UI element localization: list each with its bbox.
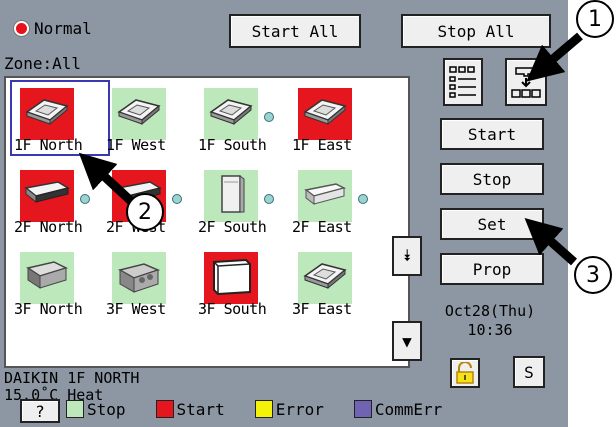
unit-tile[interactable]: 1F East xyxy=(288,80,388,156)
unit-grid: 1F North 1F West 1F South 1F East 2F North 2F… xyxy=(4,76,410,368)
lock-button[interactable] xyxy=(450,358,480,388)
unit-tile[interactable]: 1F South xyxy=(194,80,294,156)
date-text: Oct28(Thu) xyxy=(444,302,536,320)
unit-status-square xyxy=(20,252,74,304)
s-button[interactable]: S xyxy=(513,356,545,388)
time-text: 10:36 xyxy=(467,321,513,339)
control-panel: Normal Start All Stop All Zone:All 1F No… xyxy=(0,0,568,427)
unit-status-square xyxy=(298,170,352,222)
legend-swatch xyxy=(353,400,372,418)
set-button[interactable]: Set xyxy=(440,208,544,240)
ceiling-suspended-icon xyxy=(24,174,70,218)
unit-status-square xyxy=(298,88,352,140)
unit-label: 2F South xyxy=(198,218,267,236)
ventilator-icon xyxy=(116,256,162,300)
hierarchy-view-button[interactable] xyxy=(505,58,547,106)
callout-3: 3 xyxy=(574,256,612,294)
wall-mounted-icon xyxy=(302,174,348,218)
system-status: Normal xyxy=(14,16,92,40)
legend-label: Error xyxy=(275,399,324,419)
unit-tile[interactable]: 3F West xyxy=(102,244,202,320)
unit-status-square xyxy=(298,252,352,304)
unit-label: 2F North xyxy=(14,218,83,236)
unit-tile[interactable]: 3F South xyxy=(194,244,294,320)
floor-standing-icon xyxy=(208,174,254,218)
floor-concealed-icon xyxy=(208,256,254,300)
filter-indicator-icon xyxy=(264,112,274,122)
filter-indicator-icon xyxy=(264,194,274,204)
unit-name-text: DAIKIN 1F NORTH xyxy=(4,369,140,387)
unit-label: 3F West xyxy=(106,300,166,318)
list-view-button[interactable] xyxy=(443,58,483,106)
scroll-down-button[interactable]: ▼ xyxy=(392,321,422,361)
filter-indicator-icon xyxy=(80,194,90,204)
legend-label: CommErr xyxy=(374,399,443,419)
help-button[interactable]: ? xyxy=(20,399,60,423)
callout-2: 2 xyxy=(126,193,164,231)
ceiling-cassette-icon xyxy=(24,92,70,136)
start-all-button[interactable]: Start All xyxy=(229,14,361,48)
ceiling-cassette-icon xyxy=(116,92,162,136)
unit-label: 3F North xyxy=(14,300,83,318)
datetime-display: Oct28(Thu) 10:36 xyxy=(437,302,543,340)
unit-status-square xyxy=(20,170,74,222)
legend-item: Stop xyxy=(66,400,126,419)
legend-label: Start xyxy=(176,399,225,419)
list-view-icon xyxy=(449,66,476,98)
legend-swatch xyxy=(66,400,84,418)
double-chevron-down-icon: ⯯ xyxy=(402,246,412,265)
legend-swatch xyxy=(155,400,174,418)
unit-status-square xyxy=(204,88,258,140)
legend: Stop Start Error CommErr xyxy=(66,394,466,424)
status-led-icon xyxy=(14,20,29,36)
unit-label: 2F East xyxy=(292,218,352,236)
unit-label: 3F East xyxy=(292,300,352,318)
unit-tile[interactable]: 3F East xyxy=(288,244,388,320)
scroll-bottom-button[interactable]: ⯯ xyxy=(392,236,422,276)
legend-item: Error xyxy=(254,399,324,419)
unit-label: 1F South xyxy=(198,136,267,154)
unit-status-square xyxy=(20,88,74,140)
callout-1: 1 xyxy=(576,0,614,38)
ceiling-cassette-icon xyxy=(302,92,348,136)
unit-tile[interactable]: 2F East xyxy=(288,162,388,238)
zone-label: Zone:All xyxy=(4,54,82,73)
unit-status-square xyxy=(204,170,258,222)
unit-tile[interactable]: 3F North xyxy=(10,244,110,320)
unit-label: 1F East xyxy=(292,136,352,154)
legend-item: Start xyxy=(155,399,225,419)
hierarchy-icon xyxy=(511,67,541,98)
unit-label: 1F West xyxy=(106,136,166,154)
ceiling-cassette-icon xyxy=(208,92,254,136)
filter-indicator-icon xyxy=(358,194,368,204)
unit-status-square xyxy=(112,252,166,304)
legend-swatch xyxy=(254,400,273,418)
unit-label: 1F North xyxy=(14,136,83,154)
stop-all-button[interactable]: Stop All xyxy=(401,14,551,48)
start-button[interactable]: Start xyxy=(440,118,544,150)
unit-status-square xyxy=(204,252,258,304)
prop-button[interactable]: Prop xyxy=(440,253,544,285)
filter-indicator-icon xyxy=(172,194,182,204)
unit-status-square xyxy=(112,88,166,140)
duct-unit-icon xyxy=(24,256,70,300)
legend-label: Stop xyxy=(87,399,126,419)
unit-tile[interactable]: 1F North xyxy=(10,80,110,156)
chevron-down-icon: ▼ xyxy=(402,331,412,351)
unit-tile[interactable]: 1F West xyxy=(102,80,202,156)
status-text: Normal xyxy=(34,18,92,38)
unit-label: 3F South xyxy=(198,300,267,318)
lock-icon xyxy=(456,362,474,384)
ceiling-cassette-icon xyxy=(302,256,348,300)
legend-item: CommErr xyxy=(353,399,443,419)
unit-tile[interactable]: 2F North xyxy=(10,162,110,238)
stop-button[interactable]: Stop xyxy=(440,163,544,195)
unit-tile[interactable]: 2F South xyxy=(194,162,294,238)
